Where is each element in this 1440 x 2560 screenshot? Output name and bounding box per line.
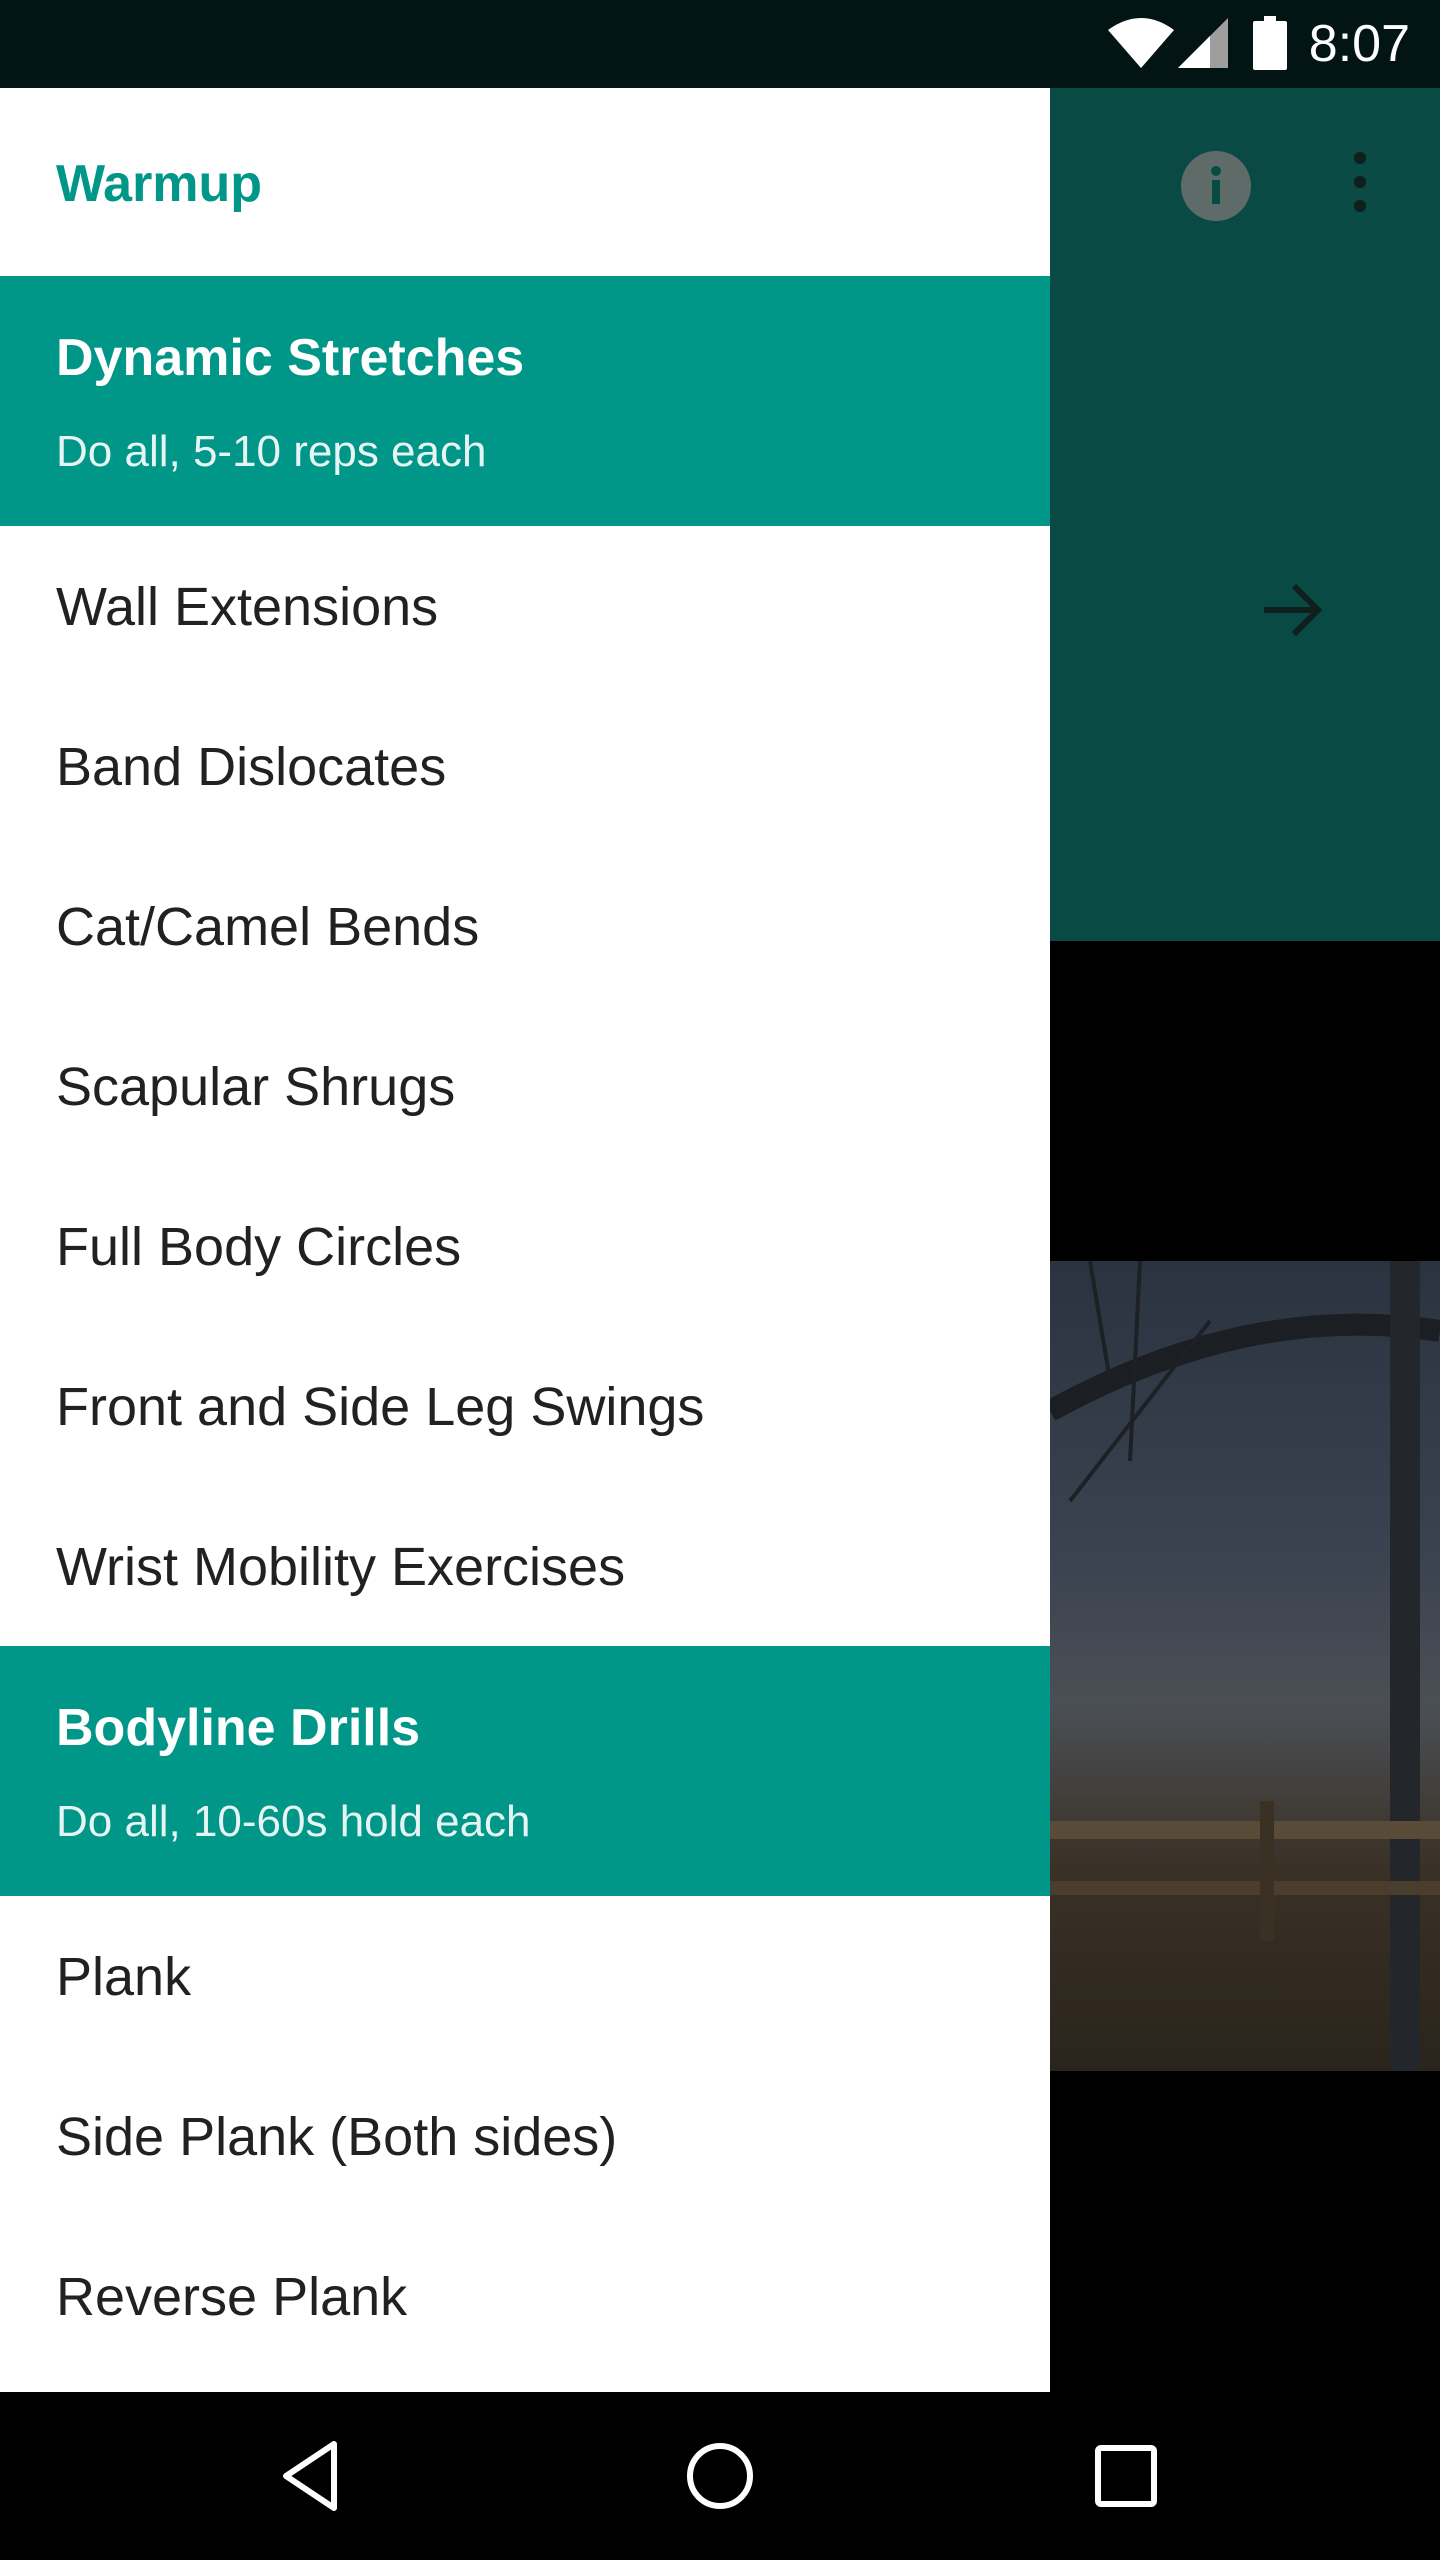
section-title: Bodyline Drills	[56, 1699, 421, 1757]
list-item[interactable]: Side Plank (Both sides)	[0, 2056, 1050, 2216]
list-item[interactable]: Wall Extensions	[0, 526, 1050, 686]
section-title: Dynamic Stretches	[56, 329, 525, 387]
background-photo	[1050, 1261, 1440, 2071]
navigation-drawer: Warmup Dynamic Stretches Do all, 5-10 re…	[0, 88, 1050, 2392]
info-icon[interactable]	[1180, 150, 1252, 222]
list-item[interactable]: Wrist Mobility Exercises	[0, 1486, 1050, 1646]
list-item-label: Plank	[56, 1947, 192, 2007]
list-item[interactable]: Full Body Circles	[0, 1166, 1050, 1326]
drawer-title: Warmup	[56, 155, 263, 213]
arrow-forward-icon[interactable]	[1260, 578, 1324, 642]
list-item-label: Wrist Mobility Exercises	[56, 1537, 626, 1597]
clock: 8:07	[1308, 15, 1410, 73]
list-item[interactable]: Reverse Plank	[0, 2216, 1050, 2376]
status-bar: 8:07	[0, 0, 1440, 88]
list-item-label: Front and Side Leg Swings	[56, 1377, 705, 1437]
list-item-label: Reverse Plank	[56, 2267, 408, 2327]
list-item[interactable]: Band Dislocates	[0, 686, 1050, 846]
section-subtitle: Do all, 10-60s hold each	[56, 1797, 531, 1846]
section-subtitle: Do all, 5-10 reps each	[56, 427, 487, 476]
section-header-dynamic-stretches: Dynamic Stretches Do all, 5-10 reps each	[0, 276, 1050, 526]
list-item[interactable]: Front and Side Leg Swings	[0, 1326, 1050, 1486]
wifi-icon	[1108, 18, 1174, 68]
list-item-label: Scapular Shrugs	[56, 1057, 456, 1117]
list-item[interactable]: Cat/Camel Bends	[0, 846, 1050, 1006]
more-vert-icon[interactable]	[1340, 150, 1380, 214]
back-icon[interactable]	[276, 2438, 352, 2514]
cell-signal-icon	[1178, 18, 1228, 68]
list-item[interactable]: Scapular Shrugs	[0, 1006, 1050, 1166]
battery-icon	[1253, 16, 1287, 70]
drawer-header: Warmup	[0, 88, 1050, 276]
list-item-label: Wall Extensions	[56, 577, 439, 637]
system-nav-bar	[0, 2392, 1440, 2560]
home-icon[interactable]	[682, 2438, 758, 2514]
list-item-label: Side Plank (Both sides)	[56, 2107, 618, 2167]
list-item-label: Band Dislocates	[56, 737, 447, 797]
recent-apps-icon[interactable]	[1088, 2438, 1164, 2514]
list-item-label: Cat/Camel Bends	[56, 897, 480, 957]
photo-scene	[1050, 1261, 1440, 2071]
section-header-bodyline-drills: Bodyline Drills Do all, 10-60s hold each	[0, 1646, 1050, 1896]
list-item-label: Full Body Circles	[56, 1217, 462, 1277]
list-item[interactable]: Plank	[0, 1896, 1050, 2056]
